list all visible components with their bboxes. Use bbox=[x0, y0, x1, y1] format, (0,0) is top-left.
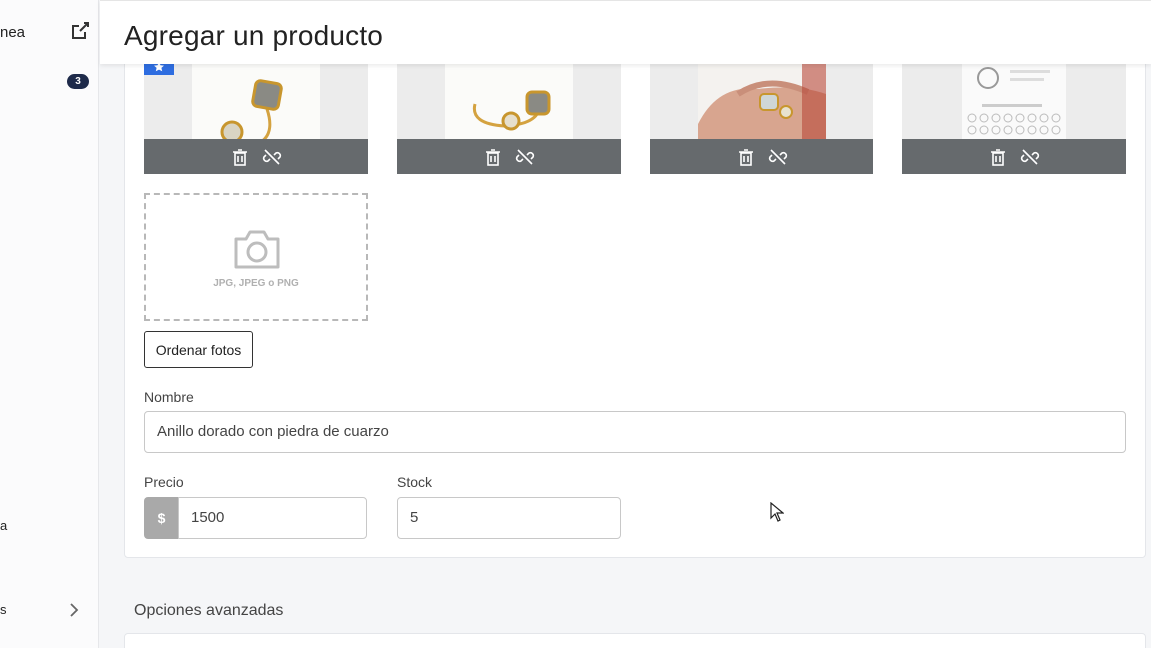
sidebar-item-label[interactable]: nea bbox=[0, 24, 25, 41]
product-photo[interactable] bbox=[397, 64, 621, 174]
order-photos-button[interactable]: Ordenar fotos bbox=[144, 331, 253, 368]
name-label: Nombre bbox=[144, 389, 194, 405]
sidebar: nea 3 a s bbox=[0, 0, 99, 648]
notification-badge: 3 bbox=[67, 74, 89, 89]
photo-actions bbox=[650, 139, 873, 174]
chevron-right-icon[interactable] bbox=[68, 602, 80, 618]
price-input[interactable]: 1500 bbox=[178, 497, 367, 539]
product-photo[interactable] bbox=[144, 64, 368, 174]
sidebar-item-label[interactable]: s bbox=[0, 602, 7, 617]
sidebar-item-label[interactable]: a bbox=[0, 518, 7, 533]
photo-actions bbox=[397, 139, 621, 174]
unlink-icon[interactable] bbox=[515, 147, 535, 167]
photo-upload-dropzone[interactable]: JPG, JPEG o PNG bbox=[144, 193, 368, 321]
price-label: Precio bbox=[144, 474, 184, 490]
name-input[interactable]: Anillo dorado con piedra de cuarzo bbox=[144, 411, 1126, 453]
main-photo-badge bbox=[144, 62, 174, 75]
trash-icon[interactable] bbox=[483, 147, 503, 167]
unlink-icon[interactable] bbox=[1020, 147, 1040, 167]
upload-format-hint: JPG, JPEG o PNG bbox=[213, 278, 299, 289]
currency-prefix: $ bbox=[144, 497, 179, 539]
mouse-cursor-icon bbox=[770, 502, 784, 522]
product-photo[interactable] bbox=[650, 64, 873, 174]
trash-icon[interactable] bbox=[988, 147, 1008, 167]
advanced-options-title[interactable]: Opciones avanzadas bbox=[134, 602, 283, 620]
page-title: Agregar un producto bbox=[124, 20, 384, 51]
photo-actions bbox=[902, 139, 1126, 174]
page-header: Agregar un producto bbox=[100, 0, 1151, 64]
product-photo[interactable] bbox=[902, 64, 1126, 174]
stock-label: Stock bbox=[397, 474, 433, 490]
trash-icon[interactable] bbox=[736, 147, 756, 167]
advanced-options-card[interactable] bbox=[124, 633, 1146, 648]
unlink-icon[interactable] bbox=[262, 147, 282, 167]
unlink-icon[interactable] bbox=[768, 147, 788, 167]
trash-icon[interactable] bbox=[230, 147, 250, 167]
photo-actions bbox=[144, 139, 368, 174]
camera-icon bbox=[234, 230, 280, 269]
stock-input[interactable]: 5 bbox=[397, 497, 621, 539]
external-link-icon[interactable] bbox=[69, 20, 91, 42]
